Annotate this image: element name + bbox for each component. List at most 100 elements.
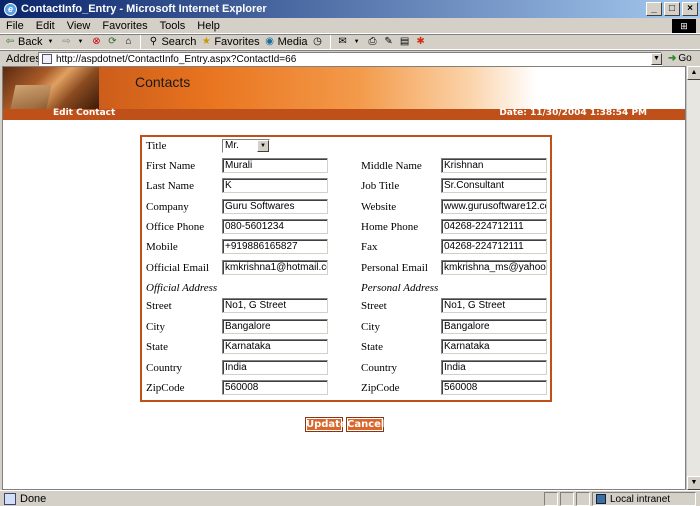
messenger-button[interactable]: ✱ [415,36,427,48]
official-email-label: Official Email [146,262,210,274]
personal-street-field[interactable]: No1, G Street [441,298,547,313]
home-phone-label: Home Phone [361,221,419,233]
official-state-field[interactable]: Karnataka [222,339,328,354]
stop-icon: ⊗ [92,36,101,47]
discuss-icon: ▤ [399,36,410,47]
edit-page-button[interactable]: ✎ [383,36,395,48]
refresh-icon: ⟳ [108,36,117,47]
job-title-field[interactable]: Sr.Consultant [441,178,547,193]
menu-edit[interactable]: Edit [36,20,55,32]
mobile-field[interactable]: +919886165827 [222,239,328,254]
discuss-button[interactable]: ▤ [399,36,411,48]
search-icon: ⚲ [149,36,158,47]
personal-email-field[interactable]: kmkrishna_ms@yahoo.co [441,260,547,275]
minimize-button[interactable]: _ [646,2,662,16]
scroll-up-button[interactable]: ▲ [687,66,700,80]
cancel-button[interactable]: Cancel [346,417,384,432]
first-name-field[interactable]: Murali [222,158,328,173]
menu-file[interactable]: File [6,20,24,32]
update-button[interactable]: Update [305,417,347,432]
close-button[interactable]: × [682,2,698,16]
edit-icon: ✎ [384,36,393,47]
toolbar-separator [140,35,142,49]
home-icon: ⌂ [125,36,132,47]
menu-favorites[interactable]: Favorites [102,20,147,32]
title-select[interactable]: Mr. ▼ [222,139,270,153]
history-icon: ◷ [313,36,322,47]
personal-zip-field[interactable]: 560008 [441,380,547,395]
media-icon: ◉ [265,36,274,47]
home-phone-field[interactable]: 04268-224712111 [441,219,547,234]
scroll-down-button[interactable]: ▼ [687,476,700,490]
toolbar-separator [329,35,331,49]
forward-button[interactable]: ⇨ ▼ [60,36,86,48]
personal-street-label: Street [361,300,387,312]
edit-contact-heading: Edit Contact [53,108,116,118]
chevron-down-icon: ▼ [47,39,54,45]
window-controls: _ □ × [646,2,698,16]
back-button[interactable]: ⇦ Back ▼ [4,36,56,48]
favorites-icon: ★ [201,36,211,47]
official-email-field[interactable]: kmkrishna1@hotmail.com [222,260,328,275]
menu-tools[interactable]: Tools [160,20,186,32]
title-label: Title [146,140,167,152]
back-label: Back [18,36,43,48]
vertical-scrollbar[interactable]: ▲ ▼ [686,66,700,490]
mail-button[interactable]: ✉ ▼ [337,36,363,48]
edit-header-bar: Edit Contact Date: 11/30/2004 1:38:54 PM [3,108,685,120]
company-label: Company [146,201,189,213]
history-button[interactable]: ◷ [312,36,324,48]
official-city-label: City [146,321,165,333]
go-arrow-icon: ➜ [668,53,677,64]
menu-help[interactable]: Help [197,20,220,32]
official-street-field[interactable]: No1, G Street [222,298,328,313]
contact-form: Title Mr. ▼ First Name Murali Middle Nam… [140,135,552,402]
address-bar: Address http://aspdotnet/ContactInfo_Ent… [0,50,700,66]
official-country-field[interactable]: India [222,360,328,375]
forward-arrow-icon: ⇨ [62,36,71,47]
title-select-value: Mr. [225,140,239,151]
personal-city-field[interactable]: Bangalore [441,319,547,334]
personal-country-field[interactable]: India [441,360,547,375]
date-stamp: Date: 11/30/2004 1:38:54 PM [499,108,647,118]
office-phone-field[interactable]: 080-5601234 [222,219,328,234]
media-button[interactable]: ◉ Media [264,36,307,48]
windows-logo-icon: ⊞ [672,19,696,33]
personal-state-field[interactable]: Karnataka [441,339,547,354]
go-button[interactable]: ➜ Go [668,53,692,64]
maximize-button[interactable]: □ [664,2,680,16]
home-button[interactable]: ⌂ [122,36,134,48]
official-state-label: State [146,341,168,353]
stop-button[interactable]: ⊗ [90,36,102,48]
job-title-label: Job Title [361,180,400,192]
website-field[interactable]: www.gurusoftware12.com [441,199,547,214]
personal-country-label: Country [361,362,398,374]
search-button[interactable]: ⚲ Search [147,36,197,48]
official-country-label: Country [146,362,183,374]
intranet-icon [596,494,606,504]
favorites-button[interactable]: ★ Favorites [200,36,260,48]
chevron-down-icon: ▼ [77,39,84,45]
menu-view[interactable]: View [67,20,91,32]
personal-email-label: Personal Email [361,262,428,274]
fax-label: Fax [361,241,378,253]
address-input[interactable]: http://aspdotnet/ContactInfo_Entry.aspx?… [38,52,662,66]
refresh-button[interactable]: ⟳ [106,36,118,48]
status-cell [544,492,558,506]
middle-name-field[interactable]: Krishnan [441,158,547,173]
personal-state-label: State [361,341,383,353]
window-title: ContactInfo_Entry - Microsoft Internet E… [21,3,267,15]
official-city-field[interactable]: Bangalore [222,319,328,334]
personal-address-heading: Personal Address [361,282,439,294]
security-zone: Local intranet [592,492,696,506]
go-label: Go [678,53,692,64]
personal-zip-label: ZipCode [361,382,400,394]
chevron-down-icon: ▼ [353,39,360,45]
address-dropdown-button[interactable]: ▼ [651,53,662,65]
page-content: Contacts Edit Contact Date: 11/30/2004 1… [2,66,686,490]
fax-field[interactable]: 04268-224712111 [441,239,547,254]
company-field[interactable]: Guru Softwares [222,199,328,214]
official-zip-field[interactable]: 560008 [222,380,328,395]
print-button[interactable]: ⎙ [367,36,379,48]
last-name-field[interactable]: K [222,178,328,193]
